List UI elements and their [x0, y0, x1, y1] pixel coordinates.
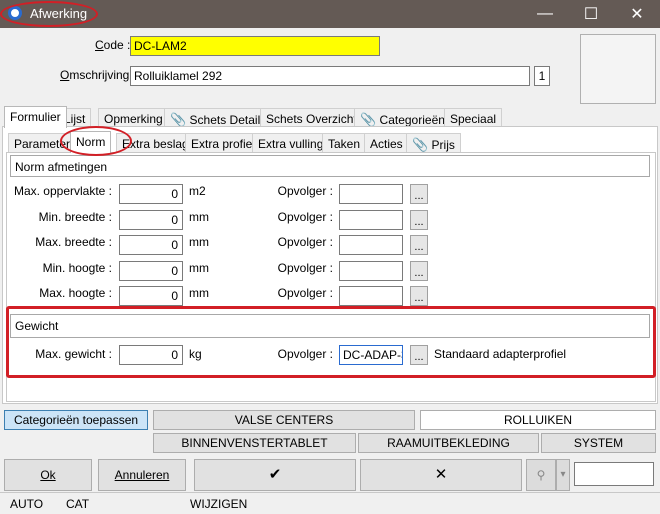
- description-field[interactable]: Rolluiklamel 292: [130, 66, 530, 86]
- opvolger-label: Opvolger :: [277, 184, 333, 198]
- opvolger-input[interactable]: [339, 184, 403, 204]
- opvolger-input[interactable]: [339, 235, 403, 255]
- tab-categorieen[interactable]: 📎 Categorieën: [354, 108, 451, 128]
- code-label: Code :: [95, 38, 131, 52]
- opvolger-label: Opvolger :: [277, 286, 333, 300]
- main-tab-bar: Formulier Lijst Opmerking 📎 Schets Detai…: [0, 106, 660, 128]
- tab-extra-profiel[interactable]: Extra profiel: [185, 133, 262, 153]
- min-width-input[interactable]: 0: [119, 210, 183, 230]
- tab-extra-vulling[interactable]: Extra vulling: [252, 133, 330, 153]
- opvolger-label: Opvolger :: [277, 210, 333, 224]
- search-input[interactable]: [574, 462, 654, 486]
- search-button[interactable]: ⚲: [526, 459, 556, 491]
- max-width-label: Max. breedte :: [35, 235, 112, 249]
- highlight-norm-ring: [60, 126, 132, 156]
- tab-opmerking[interactable]: Opmerking: [98, 108, 169, 128]
- min-height-input[interactable]: 0: [119, 261, 183, 281]
- chevron-down-icon: ▾: [560, 469, 566, 480]
- opvolger-browse-button[interactable]: ...: [410, 286, 428, 306]
- close-button[interactable]: ✕: [614, 0, 660, 28]
- opvolger-browse-button[interactable]: ...: [410, 235, 428, 255]
- tab-schets-detail[interactable]: 📎 Schets Detail: [164, 108, 267, 128]
- status-auto: AUTO: [10, 497, 44, 511]
- max-width-unit: mm: [189, 235, 209, 249]
- tab-prijs[interactable]: 📎 Prijs: [406, 133, 461, 153]
- status-divider: [0, 492, 660, 493]
- tab-taken[interactable]: Taken: [322, 133, 367, 153]
- opvolger-input[interactable]: [339, 210, 403, 230]
- status-mode: WIJZIGEN: [190, 497, 248, 511]
- min-width-unit: mm: [189, 210, 209, 224]
- cancel-button[interactable]: Annuleren: [98, 459, 186, 491]
- highlight-title-ring: [0, 1, 98, 27]
- max-area-label: Max. oppervlakte :: [13, 184, 112, 198]
- highlight-gewicht-box: [6, 306, 656, 378]
- check-icon: ✔: [268, 466, 282, 483]
- apply-categories-button[interactable]: Categorieën toepassen: [4, 410, 148, 430]
- paperclip-icon: 📎: [170, 112, 187, 127]
- description-label: Omschrijving :: [60, 68, 137, 82]
- opvolger-browse-button[interactable]: ...: [410, 261, 428, 281]
- x-icon: ✕: [434, 466, 448, 483]
- tab-formulier[interactable]: Formulier: [4, 106, 67, 128]
- ok-label: Ok: [40, 468, 56, 482]
- max-width-input[interactable]: 0: [119, 235, 183, 255]
- image-preview[interactable]: [580, 34, 656, 104]
- opvolger-input[interactable]: [339, 261, 403, 281]
- category-system-button[interactable]: SYSTEM: [541, 433, 656, 453]
- search-dropdown-button[interactable]: ▾: [556, 459, 570, 491]
- max-height-label: Max. hoogte :: [39, 286, 112, 300]
- opvolger-label: Opvolger :: [277, 235, 333, 249]
- category-valse-centers-button[interactable]: VALSE CENTERS: [153, 410, 415, 430]
- ok-button[interactable]: Ok: [4, 459, 92, 491]
- min-height-unit: mm: [189, 261, 209, 275]
- min-width-label: Min. breedte :: [38, 210, 112, 224]
- discard-button[interactable]: ✕: [360, 459, 522, 491]
- paperclip-icon: 📎: [360, 112, 377, 127]
- opvolger-input[interactable]: [339, 286, 403, 306]
- paperclip-icon: 📎: [412, 137, 429, 152]
- min-height-label: Min. hoogte :: [42, 261, 112, 275]
- maximize-button[interactable]: ☐: [568, 0, 614, 28]
- category-raamuitbekleding-button[interactable]: RAAMUITBEKLEDING: [358, 433, 539, 453]
- opvolger-label: Opvolger :: [277, 261, 333, 275]
- category-binnenvenstertablet-button[interactable]: BINNENVENSTERTABLET: [153, 433, 356, 453]
- category-rolluiken-button[interactable]: ROLLUIKEN: [420, 410, 656, 430]
- code-field[interactable]: DC-LAM2: [130, 36, 380, 56]
- title-bar: Afwerking — ☐ ✕: [0, 0, 660, 28]
- max-height-unit: mm: [189, 286, 209, 300]
- tab-acties[interactable]: Acties: [364, 133, 409, 153]
- cancel-label: Annuleren: [114, 468, 170, 482]
- description-count: 1: [534, 66, 550, 86]
- opvolger-browse-button[interactable]: ...: [410, 210, 428, 230]
- opvolger-browse-button[interactable]: ...: [410, 184, 428, 204]
- tab-speciaal[interactable]: Speciaal: [444, 108, 503, 128]
- minimize-button[interactable]: —: [522, 0, 568, 28]
- tab-schets-overzicht[interactable]: Schets Overzicht: [260, 108, 363, 128]
- confirm-button[interactable]: ✔: [194, 459, 356, 491]
- max-height-input[interactable]: 0: [119, 286, 183, 306]
- max-area-unit: m2: [189, 184, 206, 198]
- binoculars-icon: ⚲: [536, 468, 546, 482]
- status-cat: CAT: [66, 497, 90, 511]
- max-area-input[interactable]: 0: [119, 184, 183, 204]
- norm-section-header: Norm afmetingen: [10, 155, 650, 177]
